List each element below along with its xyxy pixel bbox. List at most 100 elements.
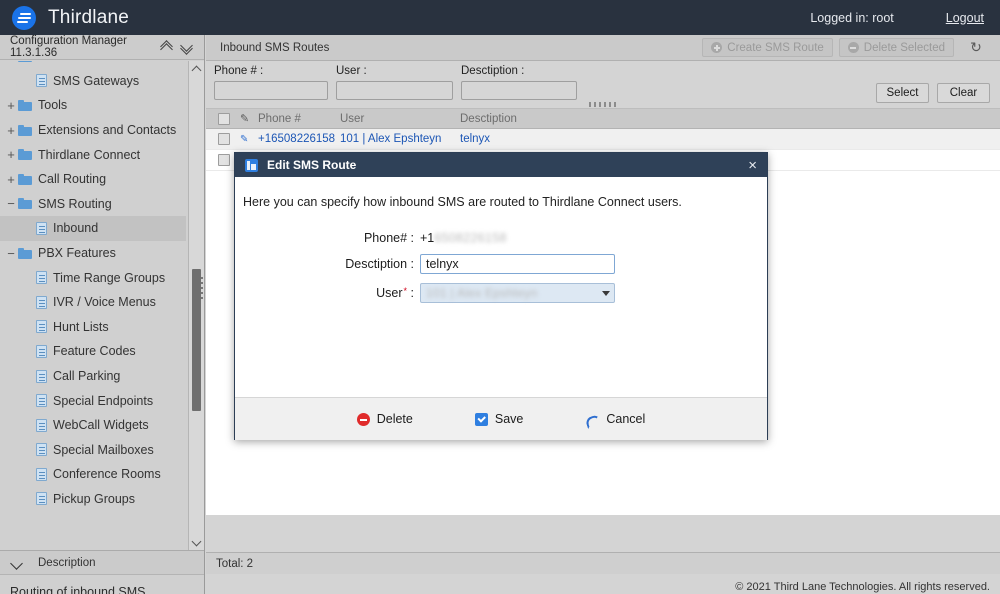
sidebar-item-feature-codes[interactable]: Feature Codes (0, 339, 186, 364)
sidebar-item-sms-gateways[interactable]: SMS Gateways (0, 69, 186, 94)
expand-icon[interactable]: + (4, 148, 18, 161)
select-all-checkbox-cell (206, 113, 240, 125)
sidebar-item-conference-rooms[interactable]: Conference Rooms (0, 462, 186, 487)
sidebar-item-pickup-groups[interactable]: Pickup Groups (0, 487, 186, 512)
sidebar-item-label: Special Mailboxes (53, 443, 154, 457)
user-label-text: User (376, 286, 402, 300)
sidebar-item-time-range-groups[interactable]: Time Range Groups (0, 265, 186, 290)
filter-field-description: Desctiption : (461, 65, 577, 100)
window-icon (245, 159, 258, 172)
sidebar-item-label: Hunt Lists (53, 320, 109, 334)
folder-icon (18, 174, 32, 185)
filter-input-description[interactable] (461, 81, 577, 100)
sidebar-item-trunks[interactable]: Trunks (0, 61, 186, 69)
logged-in-label: Logged in: root (810, 11, 893, 25)
checkbox-icon[interactable] (218, 154, 230, 166)
column-header-phone[interactable]: Phone # (258, 113, 340, 125)
sidebar-item-thirdlane-connect[interactable]: + Thirdlane Connect (0, 142, 186, 167)
logout-link[interactable]: Logout (946, 11, 984, 25)
create-sms-route-label: Create SMS Route (727, 42, 824, 54)
close-icon[interactable]: × (746, 158, 759, 173)
breadcrumb-toolbar: Inbound SMS Routes Create SMS Route Dele… (206, 35, 1000, 61)
save-button[interactable]: Save (475, 412, 524, 426)
clear-button[interactable]: Clear (937, 83, 990, 103)
sidebar-item-extensions-and-contacts[interactable]: +Extensions and Contacts (0, 118, 186, 143)
column-header-description[interactable]: Desctiption (460, 113, 660, 125)
sidebar-tree: Trunks SMS Gateways +Tools+Extensions and … (0, 61, 186, 511)
user-label-colon: : (411, 286, 414, 300)
expand-icon[interactable]: + (4, 99, 18, 112)
sidebar-item-label: Call Parking (53, 369, 120, 383)
sidebar-item-label: Feature Codes (53, 344, 136, 358)
filter-bar: Phone # : User : Desctiption : Select Cl… (206, 61, 1000, 109)
chevron-double-up-icon[interactable] (161, 41, 172, 53)
file-icon (36, 222, 47, 235)
expand-icon[interactable]: + (4, 173, 18, 186)
collapse-icon[interactable]: − (4, 197, 18, 210)
folder-icon (18, 198, 32, 209)
delete-selected-button[interactable]: Delete Selected (839, 38, 954, 57)
filter-input-user[interactable] (336, 81, 453, 100)
sidebar-item-tools[interactable]: +Tools (0, 93, 186, 118)
thirdlane-logo-icon (12, 6, 36, 30)
cancel-button-label: Cancel (606, 412, 645, 426)
delete-button[interactable]: Delete (357, 412, 413, 426)
column-header-user[interactable]: User (340, 113, 460, 125)
delete-button-label: Delete (377, 412, 413, 426)
sidebar-item-special-mailboxes[interactable]: Special Mailboxes (0, 438, 186, 463)
user-select[interactable]: 101 | Alex Epshteyn (420, 283, 615, 303)
dialog-title: Edit SMS Route (267, 158, 356, 172)
sidebar-item-label: Thirdlane Connect (38, 148, 140, 162)
sidebar-item-hunt-lists[interactable]: Hunt Lists (0, 315, 186, 340)
checkbox-icon[interactable] (218, 133, 230, 145)
filter-field-phone: Phone # : (214, 65, 328, 100)
filterbar-resize-grip[interactable] (589, 102, 617, 107)
delete-circle-icon (357, 413, 370, 426)
filter-actions: Select Clear (876, 65, 992, 103)
description-label: Desctiption : (235, 257, 420, 271)
sidebar-item-call-parking[interactable]: Call Parking (0, 364, 186, 389)
cell-user: 101 | Alex Epshteyn (340, 133, 460, 145)
description-input[interactable] (420, 254, 615, 274)
plus-circle-icon (711, 42, 722, 53)
dialog-title-bar: Edit SMS Route × (235, 153, 767, 177)
chevron-double-down-icon[interactable] (181, 41, 192, 53)
chevron-down-icon (602, 291, 610, 296)
collapse-icon[interactable]: − (4, 247, 18, 260)
phone-value: +16508226158 (420, 231, 507, 245)
panel-splitter[interactable] (198, 60, 206, 515)
save-button-label: Save (495, 412, 524, 426)
brand-name: Thirdlane (48, 7, 129, 29)
pencil-icon[interactable]: ✎ (240, 134, 254, 145)
expand-icon[interactable]: + (4, 124, 18, 137)
file-icon (36, 468, 47, 481)
sidebar-item-sms-routing[interactable]: − SMS Routing (0, 192, 186, 217)
description-panel-header[interactable]: Description (0, 550, 204, 575)
checkbox-icon[interactable] (218, 113, 230, 125)
folder-icon (18, 149, 32, 160)
create-sms-route-button[interactable]: Create SMS Route (702, 38, 833, 57)
select-button[interactable]: Select (876, 83, 929, 103)
required-mark: * (404, 286, 408, 296)
undo-arrow-icon (585, 413, 599, 425)
refresh-icon[interactable]: ↻ (966, 38, 986, 58)
sidebar-item-inbound[interactable]: Inbound (0, 216, 186, 241)
sidebar-item-label: IVR / Voice Menus (53, 295, 156, 309)
filter-input-phone[interactable] (214, 81, 328, 100)
sidebar-item-label: SMS Routing (38, 197, 112, 211)
sidebar-item-special-endpoints[interactable]: Special Endpoints (0, 388, 186, 413)
phone-prefix: +1 (420, 231, 434, 245)
folder-icon (18, 61, 32, 62)
sidebar-item-webcall-widgets[interactable]: WebCall Widgets (0, 413, 186, 438)
sidebar-item-call-routing[interactable]: +Call Routing (0, 167, 186, 192)
sidebar-item-label: SMS Gateways (53, 74, 139, 88)
sidebar-tree-viewport: Trunks SMS Gateways +Tools+Extensions and … (0, 61, 204, 550)
sidebar-item-pbx-features[interactable]: −PBX Features (0, 241, 186, 266)
filter-label-description: Desctiption : (461, 65, 577, 77)
table-row[interactable]: ✎ +16508226158 101 | Alex Epshteyn telny… (206, 129, 1000, 150)
filter-label-phone: Phone # : (214, 65, 328, 77)
sidebar-item-ivr-voice-menus[interactable]: IVR / Voice Menus (0, 290, 186, 315)
sidebar-header-actions (161, 41, 198, 53)
cancel-button[interactable]: Cancel (585, 412, 645, 426)
scroll-down-arrow-icon[interactable] (189, 535, 204, 550)
